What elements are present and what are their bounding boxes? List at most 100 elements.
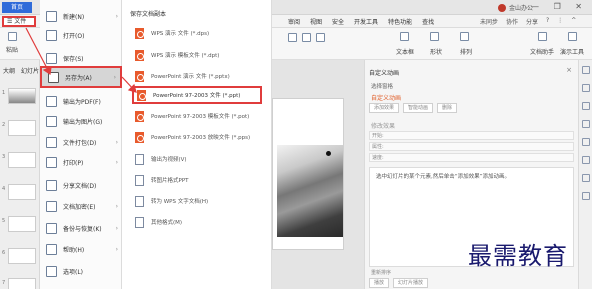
textbox-label: 文本框 <box>396 49 415 56</box>
doc-assistant-icon[interactable] <box>538 32 547 41</box>
saveas-pot[interactable]: PowerPoint 97-2003 模板文件 (*.pot) <box>132 108 262 124</box>
paste-icon[interactable] <box>8 32 17 41</box>
close-icon[interactable]: × <box>566 66 572 74</box>
slide-editing-area <box>272 60 364 289</box>
user-account[interactable]: 金山办公 <box>498 3 533 12</box>
current-slide[interactable] <box>272 98 344 250</box>
saveas-label: PowerPoint 97-2003 放映文件 (*.pps) <box>151 135 251 141</box>
lock-icon <box>46 200 57 212</box>
thumb-number: 2 <box>2 122 6 128</box>
slideshow-button[interactable]: 幻灯片播放 <box>393 278 429 288</box>
slides-tab[interactable]: 幻灯片 <box>21 66 39 75</box>
shape-icon[interactable] <box>430 32 439 41</box>
custom-animation-heading: 自定义动画 <box>371 95 402 102</box>
present-tools-icon[interactable] <box>568 32 577 41</box>
saveas-wps-writer[interactable]: 转为 WPS 文字文档(H) <box>132 193 262 209</box>
menu-label: 输出为图片(G) <box>63 118 103 126</box>
chevron-right-icon: › <box>115 202 118 210</box>
start-select[interactable]: 开始: <box>369 131 574 140</box>
tab-search[interactable]: 查找 <box>422 17 434 26</box>
pptx-file-icon <box>135 70 144 82</box>
menu-options[interactable]: 选项(L) <box>40 261 122 281</box>
menu-package[interactable]: 文件打包(D) › <box>40 132 122 152</box>
slide-photo[interactable] <box>277 145 343 237</box>
tab-features[interactable]: 特色功能 <box>388 17 412 26</box>
chevron-right-icon: › <box>115 224 118 232</box>
textbox-icon[interactable] <box>400 32 409 41</box>
arrange-icon[interactable] <box>460 32 469 41</box>
select-pane-link[interactable]: 选择窗格 <box>371 82 393 90</box>
menu-label: 另存为(A) <box>65 74 92 82</box>
align-icon[interactable] <box>288 33 297 42</box>
saveas-dps[interactable]: WPS 演示 文件 (*.dps) <box>132 25 262 41</box>
slide-thumb[interactable] <box>8 120 36 136</box>
tool-icon[interactable] <box>582 138 590 146</box>
slide-thumb[interactable] <box>8 248 36 264</box>
collapse-ribbon-icon[interactable]: ^ <box>571 17 576 26</box>
property-select[interactable]: 属性: <box>369 142 574 151</box>
video-icon <box>135 153 144 165</box>
thumb-number: 4 <box>2 186 6 192</box>
outline-tab[interactable]: 大纲 <box>3 66 15 75</box>
sync-status[interactable]: 未同步 <box>480 17 498 26</box>
menu-export-image[interactable]: 输出为图片(G) <box>40 111 122 131</box>
add-effect-button[interactable]: 添加效果 <box>369 103 400 113</box>
menu-help[interactable]: 帮助(H) › <box>40 239 122 259</box>
slide-thumb[interactable] <box>8 152 36 168</box>
file-menu-button[interactable]: ☰ 文件 <box>2 16 36 27</box>
smart-animation-button[interactable]: 智能动画 <box>403 103 434 113</box>
slide-thumb[interactable] <box>8 88 36 104</box>
saveas-video[interactable]: 输出为视频(V) <box>132 151 262 167</box>
speed-select[interactable]: 速度: <box>369 153 574 162</box>
saveas-image-ppt[interactable]: 转图片格式PPT <box>132 172 262 188</box>
menu-export-pdf[interactable]: 输出为PDF(F) <box>40 91 122 111</box>
menu-open[interactable]: 打开(O) <box>40 25 122 45</box>
home-tab[interactable]: 首页 <box>2 2 32 13</box>
slide-thumb[interactable] <box>8 216 36 232</box>
tab-view[interactable]: 视图 <box>310 17 322 26</box>
tab-review[interactable]: 审阅 <box>288 17 300 26</box>
tool-icon[interactable] <box>582 120 590 128</box>
play-button[interactable]: 播放 <box>369 278 390 288</box>
saveas-label: 输出为视频(V) <box>151 157 187 163</box>
tab-security[interactable]: 安全 <box>332 17 344 26</box>
menu-label: 打开(O) <box>63 32 85 40</box>
menu-backup[interactable]: 备份与恢复(K) › <box>40 218 122 238</box>
menu-print[interactable]: 打印(P) › <box>40 152 122 172</box>
delete-button[interactable]: 删除 <box>437 103 458 113</box>
image-icon <box>46 115 57 127</box>
slide-thumb[interactable] <box>8 278 36 289</box>
slide-thumb[interactable] <box>8 184 36 200</box>
tool-icon[interactable] <box>582 84 590 92</box>
wps-present-file-icon <box>135 27 144 39</box>
thumbs-header: 大纲 幻灯片 <box>3 66 39 75</box>
window-controls[interactable]: — ❐ ✕ <box>531 2 588 11</box>
tool-icon[interactable] <box>582 156 590 164</box>
chevron-right-icon: › <box>115 245 118 253</box>
menu-save[interactable]: 保存(S) <box>40 48 122 68</box>
more-icon[interactable]: ⋮ <box>557 17 563 26</box>
collaborate-button[interactable]: 协作 <box>506 17 518 26</box>
tab-developer[interactable]: 开发工具 <box>354 17 378 26</box>
tool-icon[interactable] <box>582 66 590 74</box>
saveas-other-formats[interactable]: 其他格式(M) <box>132 214 262 230</box>
share-button[interactable]: 分享 <box>526 17 538 26</box>
saveas-ppt-97-2003[interactable]: PowerPoint 97-2003 文件 (*.ppt) <box>132 86 262 104</box>
indent-icon[interactable] <box>302 33 311 42</box>
saveas-dpt[interactable]: WPS 演示 模板文件 (*.dpt) <box>132 47 262 63</box>
tool-icon[interactable] <box>582 102 590 110</box>
menu-encrypt[interactable]: 文档加密(E) › <box>40 196 122 216</box>
list-icon[interactable] <box>316 33 325 42</box>
tool-icon[interactable] <box>582 174 590 182</box>
tool-icon[interactable] <box>582 192 590 200</box>
paste-label: 粘贴 <box>6 47 19 54</box>
menu-new[interactable]: 新建(N) › <box>40 6 122 26</box>
help-icon[interactable]: ? <box>546 17 549 26</box>
menu-save-as[interactable]: 另存为(A) › <box>40 66 122 88</box>
slide-dot-shape[interactable] <box>326 151 331 156</box>
file-menu: 新建(N) › 打开(O) 保存(S) 另存为(A) › 输出为PDF(F) 输… <box>40 0 122 289</box>
saveas-pps[interactable]: PowerPoint 97-2003 放映文件 (*.pps) <box>132 129 262 145</box>
menu-share[interactable]: 分享文档(D) <box>40 175 122 195</box>
saveas-pptx[interactable]: PowerPoint 演示 文件 (*.pptx) <box>132 68 262 84</box>
saveas-label: 转图片格式PPT <box>151 178 189 184</box>
